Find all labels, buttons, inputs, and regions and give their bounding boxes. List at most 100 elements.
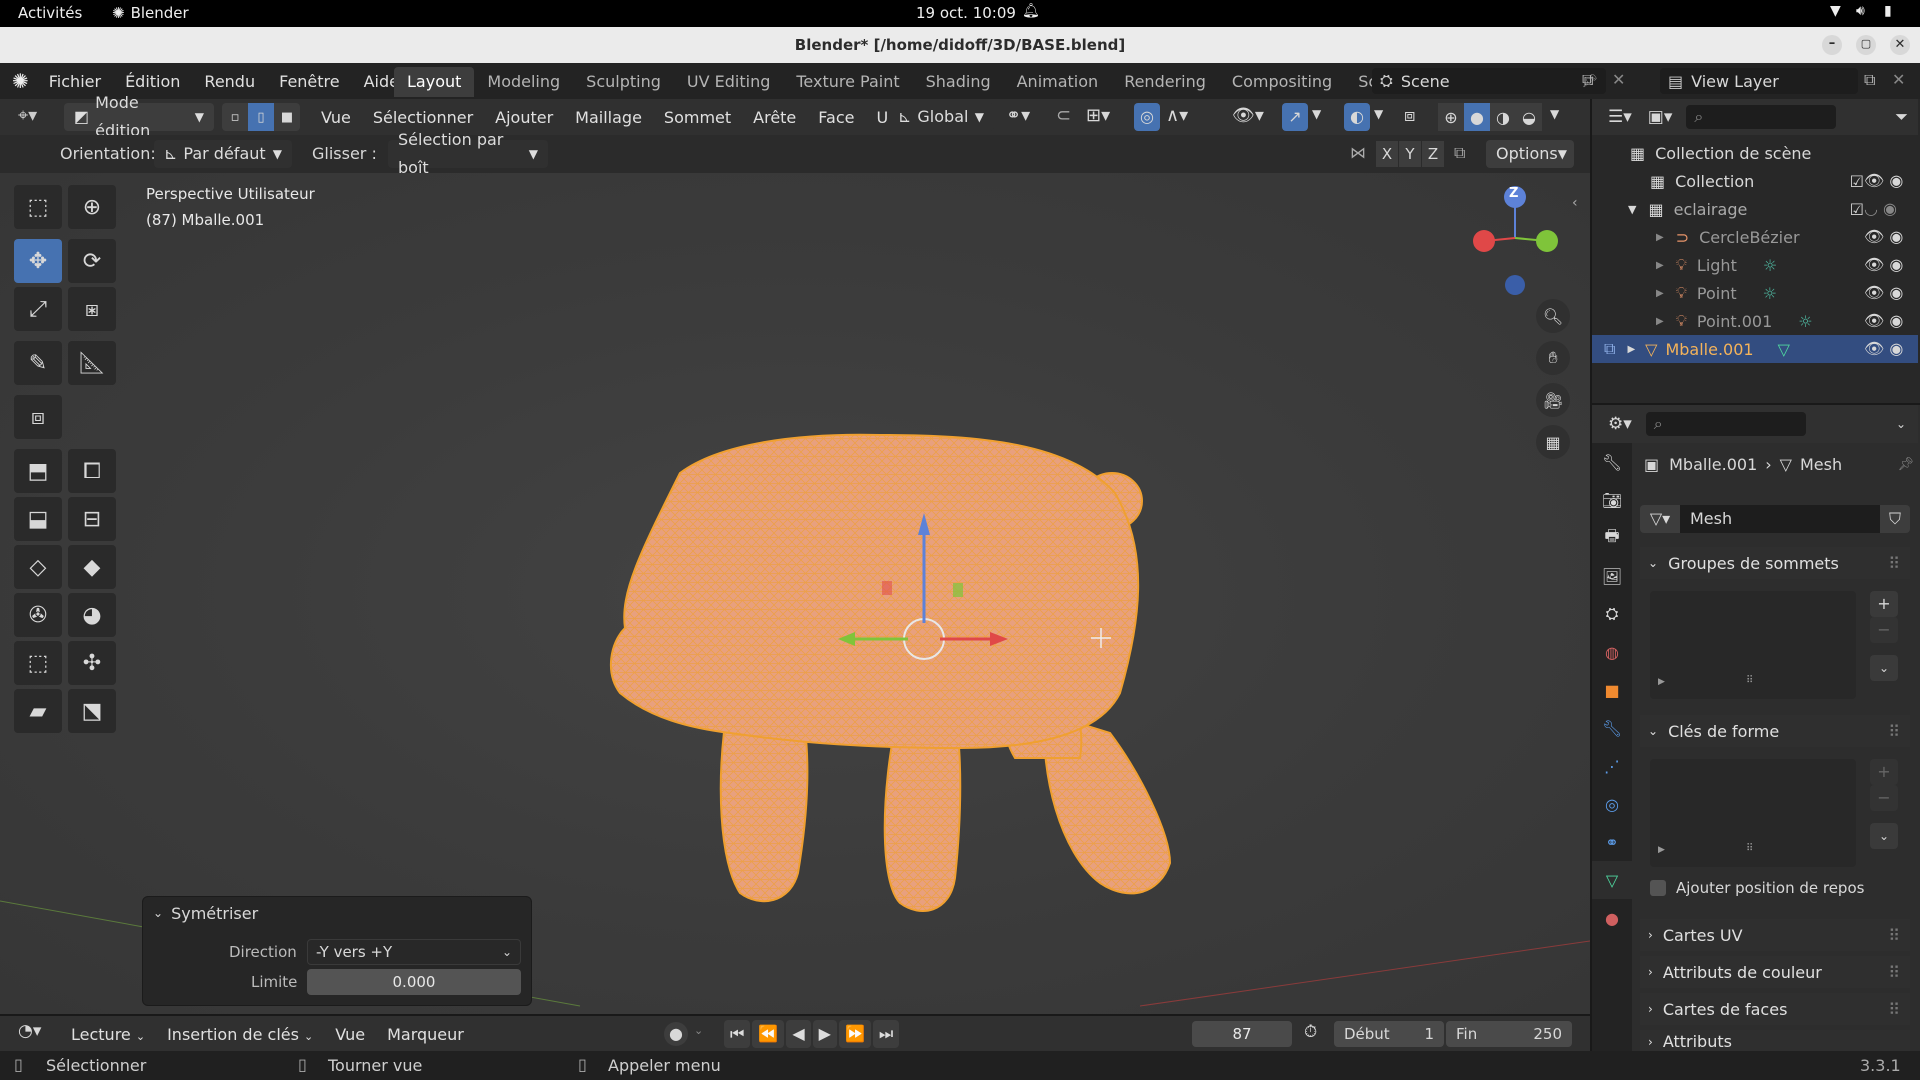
tab-object[interactable]: ■: [1592, 671, 1632, 709]
bevel-tool[interactable]: ⬓: [14, 497, 62, 541]
menu-marker[interactable]: Marqueur: [376, 1025, 475, 1044]
edge-slide-tool[interactable]: ⬚: [14, 641, 62, 685]
checkbox-icon[interactable]: ☑: [1850, 172, 1864, 191]
battery-icon[interactable]: ▮: [1884, 3, 1892, 19]
menu-view[interactable]: Vue: [310, 108, 362, 127]
sidebar-toggle-icon[interactable]: ‹: [1572, 195, 1578, 211]
snap-target-icon[interactable]: ⊞▾: [1086, 105, 1110, 126]
mirror-z-button[interactable]: Z: [1422, 141, 1444, 167]
menu-vertex[interactable]: Sommet: [653, 108, 742, 127]
maximize-icon[interactable]: ▢: [1856, 35, 1876, 55]
eye-closed-icon[interactable]: ◡ ◉: [1864, 195, 1904, 223]
new-scene-icon[interactable]: ⧉: [1582, 70, 1593, 90]
jump-next-key-icon[interactable]: ⏩: [838, 1020, 871, 1048]
transform-orientation[interactable]: ⊾ Global ▼: [888, 103, 994, 131]
move-tool[interactable]: ✥: [14, 239, 62, 283]
material-shading-icon[interactable]: ◑: [1490, 103, 1516, 131]
zoom-button[interactable]: 🔍︎: [1536, 299, 1570, 333]
snap-icon[interactable]: ⊂: [1056, 105, 1071, 126]
outliner-search[interactable]: ⌕: [1686, 105, 1837, 129]
add-cube-tool[interactable]: ⧈: [14, 395, 62, 439]
solid-shading-icon[interactable]: ●: [1464, 103, 1490, 131]
vertex-group-specials-button[interactable]: ⌄: [1870, 655, 1898, 681]
shape-key-specials-button[interactable]: ⌄: [1870, 823, 1898, 849]
vertex-groups-list[interactable]: ▶ ⠿: [1650, 591, 1856, 699]
drag-handle-icon[interactable]: ⠿: [1888, 722, 1900, 741]
mirror-y-button[interactable]: Y: [1399, 141, 1421, 167]
camera-button[interactable]: 🎥︎: [1536, 383, 1570, 417]
menu-edit[interactable]: Édition: [113, 72, 192, 91]
edge-select-icon[interactable]: ▯: [248, 103, 274, 131]
drag-dropdown[interactable]: Sélection par boît ▼: [388, 130, 548, 177]
limit-field[interactable]: 0.000: [307, 969, 521, 995]
panel-shape-keys[interactable]: ⌄ Clés de forme ⠿: [1640, 715, 1910, 747]
tab-world[interactable]: ◍: [1592, 633, 1632, 671]
tab-render[interactable]: 📷︎: [1592, 481, 1632, 519]
eye-icon[interactable]: 👁︎ ◉: [1864, 251, 1904, 279]
menu-render[interactable]: Rendu: [192, 72, 267, 91]
new-view-layer-icon[interactable]: ⧉: [1864, 70, 1875, 90]
tab-constraints[interactable]: ⚭: [1592, 823, 1632, 861]
remove-shape-key-button[interactable]: −: [1870, 785, 1898, 811]
measure-tool[interactable]: 📐︎: [68, 341, 116, 385]
cursor-tool[interactable]: ⊕: [68, 185, 116, 229]
chevron-down-icon[interactable]: ⌄: [694, 1024, 703, 1037]
mesh-name-field[interactable]: Mesh: [1680, 505, 1880, 533]
tab-shading[interactable]: Shading: [913, 67, 1004, 97]
ortho-button[interactable]: ▦: [1536, 425, 1570, 459]
face-select-icon[interactable]: ■: [274, 103, 300, 131]
tab-particles[interactable]: ⋰: [1592, 747, 1632, 785]
tab-layout[interactable]: Layout: [394, 67, 475, 97]
delete-scene-icon[interactable]: ✕: [1612, 70, 1625, 89]
properties-search[interactable]: ⌕: [1645, 412, 1806, 436]
rotate-tool[interactable]: ⟳: [68, 239, 116, 283]
end-frame-field[interactable]: Fin 250: [1446, 1021, 1572, 1047]
options-dropdown[interactable]: Options ▼: [1486, 140, 1574, 168]
jump-start-icon[interactable]: ⏮: [724, 1020, 751, 1048]
falloff-icon[interactable]: ∧▾: [1166, 105, 1188, 126]
extrude-tool[interactable]: ⬒: [14, 449, 62, 493]
outliner-editor-icon[interactable]: ☰▾: [1608, 107, 1632, 127]
chevron-down-icon[interactable]: ▼: [1312, 107, 1321, 121]
annotate-tool[interactable]: ✎: [14, 341, 62, 385]
tab-modeling[interactable]: Modeling: [474, 67, 573, 97]
topology-mirror-icon[interactable]: ⧉: [1454, 143, 1465, 163]
chevron-right-icon[interactable]: ▶: [1656, 316, 1664, 327]
pin-icon[interactable]: 📌︎: [1897, 457, 1914, 472]
panel-vertex-groups[interactable]: ⌄ Groupes de sommets ⠿: [1640, 547, 1910, 579]
minimize-icon[interactable]: –: [1822, 35, 1842, 55]
eye-icon[interactable]: 👁︎ ◉: [1864, 279, 1904, 307]
resize-handle-icon[interactable]: ⠿: [1746, 675, 1753, 686]
chevron-right-icon[interactable]: ▶: [1658, 845, 1665, 855]
menu-file[interactable]: Fichier: [37, 72, 113, 91]
redo-panel-header[interactable]: ⌄ Symétriser: [143, 897, 531, 929]
select-box-tool[interactable]: ⬚: [14, 185, 62, 229]
panel-face-maps[interactable]: › Cartes de faces ⠿: [1640, 993, 1910, 1025]
orientation-dropdown[interactable]: ⊾ Par défaut ▼: [154, 140, 292, 168]
tab-modifiers[interactable]: 🔧︎: [1592, 709, 1632, 747]
xray-icon[interactable]: ⧈: [1404, 105, 1415, 126]
jump-prev-key-icon[interactable]: ⏪: [752, 1020, 785, 1048]
display-mode-icon[interactable]: ▣▾: [1648, 107, 1673, 127]
inset-tool[interactable]: ⧠: [68, 449, 116, 493]
loop-cut-tool[interactable]: ⊟: [68, 497, 116, 541]
3d-viewport[interactable]: Z Perspective Utilisateur (87) Mballe.00…: [0, 173, 1590, 1014]
scale-tool[interactable]: ⤢: [14, 287, 62, 331]
proportional-edit-icon[interactable]: ◎: [1134, 103, 1160, 131]
vertex-select-icon[interactable]: ▫: [222, 103, 248, 131]
activities-button[interactable]: Activités: [18, 4, 82, 22]
fake-user-icon[interactable]: ⛉: [1880, 505, 1910, 533]
mirror-icon[interactable]: ⋈: [1350, 143, 1366, 162]
eye-icon[interactable]: 👁︎ ◉: [1864, 335, 1904, 363]
add-vertex-group-button[interactable]: +: [1870, 591, 1898, 617]
direction-dropdown[interactable]: -Y vers +Y ⌄: [307, 939, 521, 965]
editor-type-icon[interactable]: ⌖▾: [18, 105, 37, 126]
chevron-down-icon[interactable]: ⌄: [1896, 417, 1906, 431]
stopwatch-icon[interactable]: ⏱: [1304, 1022, 1317, 1042]
drag-handle-icon[interactable]: ⠿: [1888, 926, 1900, 945]
chevron-right-icon[interactable]: ▶: [1656, 260, 1664, 271]
drag-handle-icon[interactable]: ⠿: [1888, 1000, 1900, 1019]
panel-color-attributes[interactable]: › Attributs de couleur ⠿: [1640, 956, 1910, 988]
delete-view-layer-icon[interactable]: ✕: [1892, 70, 1905, 89]
tab-physics[interactable]: ◎: [1592, 785, 1632, 823]
